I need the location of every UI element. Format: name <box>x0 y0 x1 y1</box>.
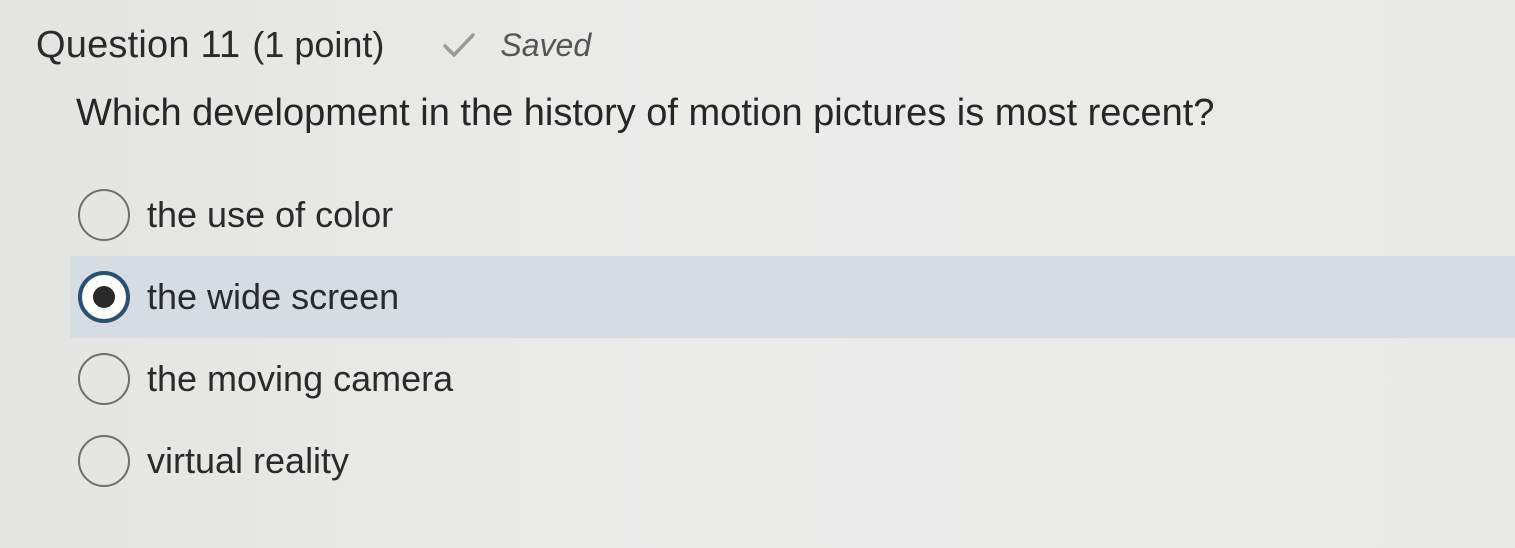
radio-button[interactable] <box>78 435 130 487</box>
option-use-of-color[interactable]: the use of color <box>0 174 1515 256</box>
radio-button[interactable] <box>78 189 130 241</box>
option-label[interactable]: the wide screen <box>147 276 399 318</box>
checkmark-icon <box>443 33 476 57</box>
radio-button[interactable] <box>78 353 130 405</box>
option-label[interactable]: the use of color <box>147 194 393 236</box>
option-label[interactable]: the moving camera <box>147 358 453 400</box>
answer-options: the use of color the wide screen the mov… <box>0 174 1515 502</box>
option-virtual-reality[interactable]: virtual reality <box>0 420 1515 502</box>
question-header: Question 11 (1 point) Saved <box>36 16 591 74</box>
radio-button-selected[interactable] <box>78 271 130 323</box>
save-status: Saved <box>442 27 591 64</box>
option-moving-camera[interactable]: the moving camera <box>0 338 1515 420</box>
option-wide-screen[interactable]: the wide screen <box>0 256 1515 338</box>
saved-label: Saved <box>500 26 592 63</box>
option-label[interactable]: virtual reality <box>147 440 349 482</box>
question-points: (1 point) <box>252 24 385 65</box>
radio-dot <box>93 286 115 308</box>
question-title: Question 11 <box>36 23 241 66</box>
question-prompt: Which development in the history of moti… <box>76 92 1215 134</box>
